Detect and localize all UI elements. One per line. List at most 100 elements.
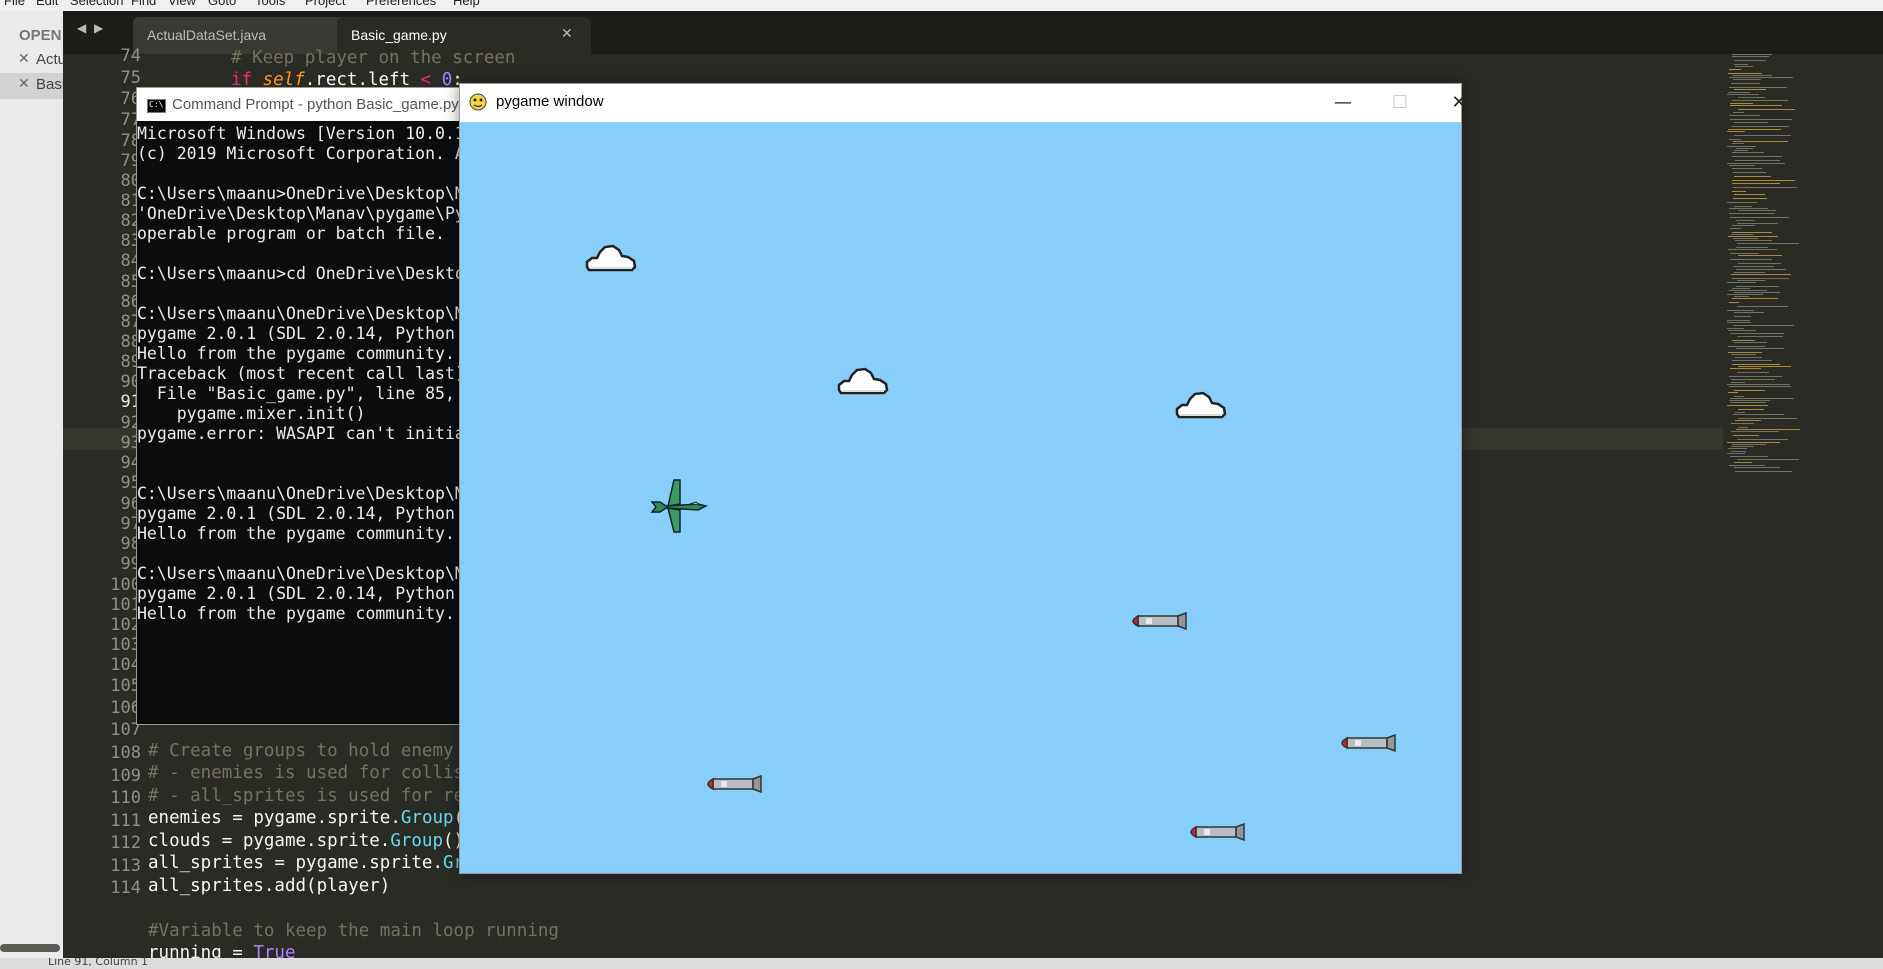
minimap-line — [1731, 423, 1754, 424]
minimap-line — [1728, 448, 1747, 449]
code-text: clouds = pygame.sprite. — [148, 831, 391, 851]
console-line: pygame 2.0.1 (SDL 2.0.14, Python 3.7 — [137, 504, 473, 523]
code-line-109: clouds = pygame.sprite.Group() — [148, 831, 464, 851]
line-number: 102 — [110, 615, 141, 635]
game-canvas[interactable] — [460, 122, 1461, 873]
code-function: Group — [390, 831, 444, 851]
command-prompt-window[interactable]: Command Prompt - python Basic_game.py Mi… — [136, 87, 473, 725]
minimap-line — [1728, 330, 1756, 331]
line-number: 83 — [120, 231, 141, 251]
pygame-titlebar[interactable]: pygame window — ☐ ✕ — [460, 84, 1467, 122]
console-line: C:\Users\maanu>OneDrive\Desktop\Mana — [137, 184, 473, 203]
console-line: 'OneDrive\Desktop\Manav\pygame\Pygam — [137, 204, 473, 223]
minimap-line — [1738, 210, 1776, 211]
menu-selection[interactable]: Selection — [70, 0, 123, 8]
snake-icon — [469, 93, 487, 111]
minimap-line — [1729, 290, 1767, 291]
minimap-line — [1734, 292, 1780, 293]
minimap-line — [1728, 346, 1765, 347]
minimap-line — [1729, 87, 1787, 88]
minimize-button[interactable]: — — [1314, 88, 1372, 118]
tab-nav-left-icon[interactable]: ◀ — [77, 21, 86, 35]
menu-file[interactable]: File — [4, 0, 25, 8]
menu-preferences[interactable]: Preferences — [366, 0, 436, 8]
minimap-line — [1734, 342, 1767, 343]
minimap-line — [1729, 208, 1768, 209]
close-icon[interactable]: ✕ — [18, 50, 30, 67]
minimap-line — [1729, 115, 1760, 116]
close-button[interactable]: ✕ — [1430, 88, 1488, 118]
menu-tools[interactable]: Tools — [255, 0, 285, 8]
minimap-line — [1727, 146, 1756, 147]
menu-find[interactable]: Find — [131, 0, 156, 8]
minimap-line — [1729, 77, 1793, 78]
missile-sprite — [1341, 734, 1396, 752]
line-number: 108 — [110, 743, 141, 763]
minimap-line — [1734, 396, 1744, 397]
menu-bar: File Edit Selection Find View Goto Tools… — [0, 0, 1883, 11]
line-number: 79 — [120, 151, 141, 171]
minimap-line — [1738, 418, 1797, 419]
minimap-line — [1732, 75, 1772, 76]
line-number: 103 — [110, 635, 141, 655]
command-prompt-titlebar[interactable]: Command Prompt - python Basic_game.py — [137, 88, 472, 121]
pygame-window[interactable]: pygame window — ☐ ✕ — [459, 83, 1467, 874]
minimap-line — [1733, 266, 1774, 267]
minimap[interactable] — [1723, 54, 1883, 958]
menu-project[interactable]: Project — [305, 0, 345, 8]
line-number: 76 — [120, 89, 141, 109]
minimap-line — [1731, 431, 1779, 432]
minimap-line — [1734, 467, 1780, 468]
minimap-line — [1738, 427, 1748, 428]
minimap-line — [1731, 274, 1791, 275]
line-number: 87 — [120, 312, 141, 332]
close-icon[interactable]: ✕ — [18, 75, 30, 92]
line-number: 89 — [120, 352, 141, 372]
cloud-sprite — [585, 244, 637, 272]
minimap-line — [1727, 131, 1745, 132]
line-number: 106 — [110, 698, 141, 718]
tab-nav-right-icon[interactable]: ▶ — [94, 21, 103, 35]
minimap-line — [1733, 187, 1797, 188]
minimap-line — [1734, 462, 1752, 463]
console-line: Microsoft Windows [Version 10.0.1836 — [137, 124, 473, 143]
minimap-line — [1730, 368, 1761, 369]
minimap-line — [1733, 238, 1758, 239]
minimap-line — [1732, 360, 1772, 361]
missile-sprite — [1190, 823, 1245, 841]
minimap-line — [1729, 465, 1765, 466]
minimap-line — [1734, 89, 1766, 90]
console-line: C:\Users\maanu\OneDrive\Desktop\Mana — [137, 564, 473, 583]
sidebar-file-label: Actu — [36, 51, 63, 68]
minimap-line — [1736, 148, 1753, 149]
menu-view[interactable]: View — [168, 0, 196, 8]
minimap-line — [1734, 135, 1791, 136]
menu-goto[interactable]: Goto — [208, 0, 236, 8]
minimap-line — [1732, 225, 1755, 226]
minimap-line — [1735, 471, 1792, 472]
minimap-line — [1730, 333, 1784, 334]
minimap-line — [1735, 412, 1745, 413]
menu-edit[interactable]: Edit — [36, 0, 58, 8]
minimap-line — [1728, 73, 1762, 74]
console-line: Hello from the pygame community. htt — [137, 524, 473, 543]
minimap-line — [1731, 451, 1746, 452]
minimap-line — [1732, 143, 1744, 144]
menu-help[interactable]: Help — [453, 0, 480, 8]
maximize-button[interactable]: ☐ — [1371, 88, 1429, 118]
minimap-line — [1735, 240, 1772, 241]
minimap-line — [1734, 206, 1752, 207]
code-line-106: # - enemies is used for collis — [148, 763, 465, 783]
minimap-line — [1732, 126, 1789, 127]
sidebar-file-basic-game[interactable]: ✕ Basi — [0, 73, 63, 99]
sidebar-file-actualdataset[interactable]: ✕ Actu — [0, 48, 63, 74]
minimap-line — [1736, 429, 1800, 430]
line-number-gutter: 74 75 76 77 78 79 80 81 82 83 84 85 86 87 88 89 90 91 92 93… — [63, 46, 141, 958]
close-icon[interactable]: ✕ — [561, 25, 573, 42]
minimap-line — [1734, 194, 1765, 195]
minimap-line — [1730, 103, 1753, 104]
minimap-line — [1727, 322, 1751, 323]
minimap-line — [1734, 390, 1765, 391]
minimap-line — [1735, 357, 1762, 358]
horizontal-scrollbar[interactable] — [0, 944, 60, 952]
